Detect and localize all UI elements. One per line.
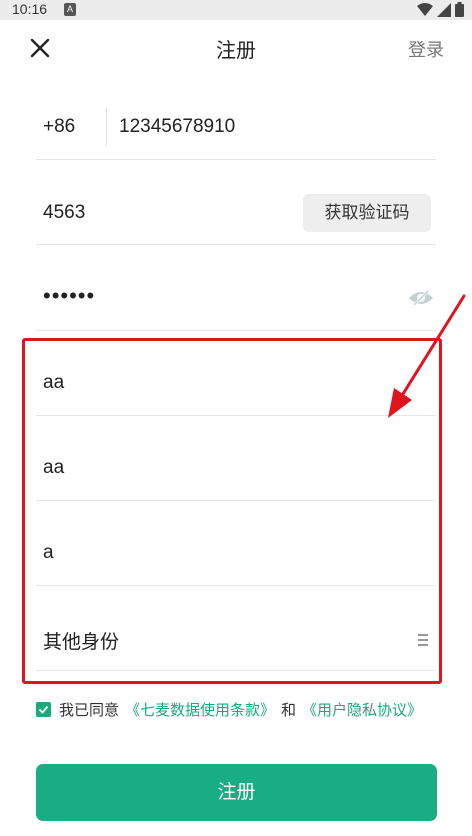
wifi-icon: [417, 2, 433, 16]
eye-off-icon[interactable]: [408, 288, 434, 308]
text-input-3[interactable]: a: [43, 542, 54, 564]
verification-row: 4563 获取验证码: [36, 181, 436, 245]
field-row-1: aa: [36, 352, 436, 416]
text-input-2[interactable]: aa: [43, 457, 64, 479]
phone-row: +86 12345678910: [36, 96, 436, 160]
register-button[interactable]: 注册: [36, 764, 437, 821]
signal-icon: [437, 2, 451, 17]
login-button[interactable]: 登录: [408, 36, 444, 62]
menu-icon: [418, 634, 428, 646]
divider: [106, 108, 107, 146]
password-input[interactable]: ••••••: [43, 283, 95, 309]
phone-input[interactable]: 12345678910: [119, 116, 235, 138]
battery-icon: [455, 2, 464, 17]
field-row-2: aa: [36, 437, 436, 501]
agreement-row: 我已同意 《七麦数据使用条款》 和 《用户隐私协议》: [36, 698, 422, 720]
agree-text: 我已同意: [59, 701, 120, 719]
terms-link[interactable]: 《七麦数据使用条款》: [125, 699, 275, 720]
check-icon: [38, 705, 49, 714]
get-code-button[interactable]: 获取验证码: [303, 194, 431, 232]
text-input-1[interactable]: aa: [43, 372, 64, 394]
field-row-3: a: [36, 522, 436, 586]
status-icons: [417, 2, 464, 17]
verification-code-input[interactable]: 4563: [43, 202, 85, 224]
identity-select[interactable]: 其他身份: [43, 627, 119, 654]
identity-row[interactable]: 其他身份: [36, 607, 436, 671]
status-time: 10:16: [12, 1, 48, 17]
agree-checkbox[interactable]: [36, 701, 51, 717]
privacy-link[interactable]: 《用户隐私协议》: [302, 699, 422, 720]
page-title: 注册: [216, 40, 256, 62]
notification-icon: A: [64, 3, 76, 16]
password-row: ••••••: [36, 267, 436, 331]
and-text: 和: [281, 701, 297, 719]
country-code-selector[interactable]: +86: [43, 116, 75, 138]
status-bar: 10:16 A: [0, 0, 472, 20]
